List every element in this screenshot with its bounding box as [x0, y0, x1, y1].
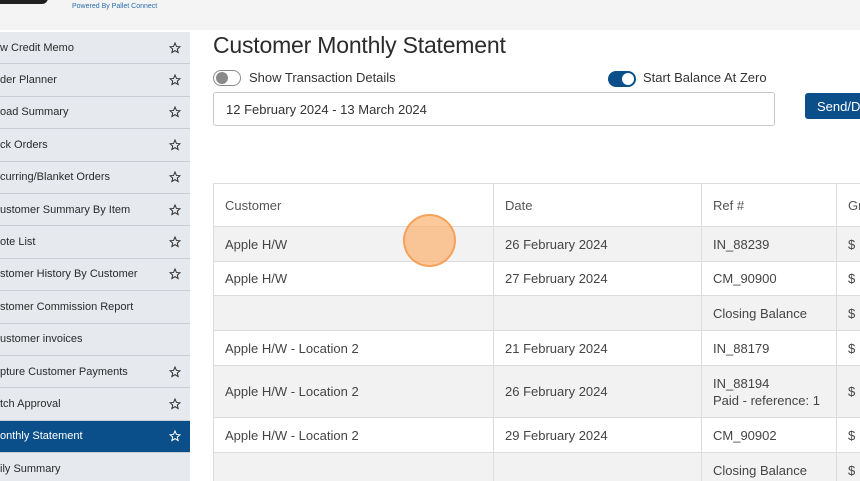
star-icon[interactable] — [168, 397, 182, 411]
send-button[interactable]: Send/D — [805, 93, 860, 119]
star-icon[interactable] — [168, 41, 182, 55]
table-row[interactable]: Apple H/W - Location 2 21 February 2024 … — [213, 331, 860, 366]
sidebar-item-label: stomer Commission Report — [0, 300, 134, 313]
sidebar-item-label: ustomer Summary By Item — [0, 203, 131, 216]
sidebar-item-label: der Planner — [0, 74, 57, 87]
table-row[interactable]: Apple H/W 26 February 2024 IN_88239 $ — [213, 227, 860, 262]
sidebar-item-daily-summary[interactable]: ily Summary — [0, 453, 190, 481]
star-icon[interactable] — [168, 429, 182, 443]
toggle-knob — [216, 72, 228, 84]
cell-date — [493, 296, 701, 330]
sidebar-item-order-planner[interactable]: der Planner — [0, 64, 190, 97]
cell-date — [493, 453, 701, 481]
date-range-value: 12 February 2024 - 13 March 2024 — [226, 101, 427, 117]
table-row[interactable]: Apple H/W 27 February 2024 CM_90900 $ — [213, 262, 860, 296]
sidebar-item-monthly-statement[interactable]: onthly Statement — [0, 420, 190, 454]
cell-date: 26 February 2024 — [493, 227, 701, 261]
sidebar-item-recurring-orders[interactable]: curring/Blanket Orders — [0, 161, 190, 194]
cell-ref: CM_90900 — [701, 262, 836, 295]
sidebar-item-label: ustomer invoices — [0, 333, 83, 346]
start-balance-at-zero-label: Start Balance At Zero — [643, 70, 767, 85]
cell-amount: $ — [836, 418, 860, 452]
cell-ref: IN_88179 — [701, 331, 836, 365]
toggle-knob — [622, 73, 634, 85]
cell-ref: Closing Balance — [701, 453, 836, 481]
page-title: Customer Monthly Statement — [213, 32, 506, 58]
star-icon[interactable] — [168, 267, 182, 281]
sidebar-item-label: pture Customer Payments — [0, 365, 128, 378]
sidebar-item-capture-payments[interactable]: pture Customer Payments — [0, 356, 190, 389]
cell-amount: $ — [836, 366, 860, 417]
star-icon[interactable] — [168, 365, 182, 379]
cell-ref: IN_88239 — [701, 227, 836, 261]
star-icon[interactable] — [168, 73, 182, 87]
cell-amount: $ — [836, 227, 860, 261]
sidebar-item-label: ote List — [0, 236, 36, 249]
sidebar-item-load-summary[interactable]: oad Summary — [0, 96, 190, 130]
star-icon[interactable] — [168, 105, 182, 119]
cell-customer: Apple H/W - Location 2 — [213, 331, 493, 365]
cell-customer — [213, 453, 493, 481]
star-icon[interactable] — [168, 170, 182, 184]
logo[interactable] — [0, 0, 48, 4]
cell-customer — [213, 296, 493, 330]
sidebar-item-back-orders[interactable]: ck Orders — [0, 129, 190, 162]
sidebar-item-commission-report[interactable]: stomer Commission Report — [0, 291, 190, 324]
sidebar-item-label: ck Orders — [0, 138, 48, 151]
sidebar-item-label: tch Approval — [0, 398, 61, 411]
sidebar-item-credit-memo[interactable]: w Credit Memo — [0, 32, 190, 65]
sidebar-item-customer-summary[interactable]: ustomer Summary By Item — [0, 194, 190, 227]
star-icon[interactable] — [168, 203, 182, 217]
start-balance-at-zero-toggle[interactable] — [608, 71, 636, 87]
column-header-ref[interactable]: Ref # — [701, 184, 836, 226]
cell-date: 29 February 2024 — [493, 418, 701, 452]
column-header-customer[interactable]: Customer — [213, 184, 493, 226]
column-header-date[interactable]: Date — [493, 184, 701, 226]
cell-customer: Apple H/W - Location 2 — [213, 418, 493, 452]
cell-date: 27 February 2024 — [493, 262, 701, 295]
table-row[interactable]: Closing Balance $ — [213, 453, 860, 481]
star-icon[interactable] — [168, 235, 182, 249]
cell-date: 21 February 2024 — [493, 331, 701, 365]
sidebar-item-quote-list[interactable]: ote List — [0, 226, 190, 259]
cursor-highlight — [403, 214, 456, 267]
show-transaction-details-label: Show Transaction Details — [249, 70, 396, 85]
sidebar-item-label: onthly Statement — [0, 430, 83, 443]
cell-amount: $ — [836, 262, 860, 295]
column-header-gross[interactable]: Gr — [836, 184, 860, 226]
star-icon[interactable] — [168, 138, 182, 152]
cell-customer: Apple H/W — [213, 262, 493, 295]
cell-ref: IN_88194 Paid - reference: 1 — [701, 366, 836, 417]
sidebar-item-customer-invoices[interactable]: ustomer invoices — [0, 323, 190, 356]
table-row[interactable]: Apple H/W - Location 2 26 February 2024 … — [213, 366, 860, 418]
payment-reference: Paid - reference: 1 — [713, 392, 820, 408]
sidebar-item-batch-approval[interactable]: tch Approval — [0, 388, 190, 421]
sidebar-item-label: stomer History By Customer — [0, 268, 138, 281]
table-row[interactable]: Closing Balance $ — [213, 296, 860, 331]
cell-ref: Closing Balance — [701, 296, 836, 330]
cell-amount: $ — [836, 331, 860, 365]
show-transaction-details-toggle[interactable] — [213, 70, 241, 86]
sidebar-item-label: w Credit Memo — [0, 41, 74, 54]
table-row[interactable]: Apple H/W - Location 2 29 February 2024 … — [213, 418, 860, 453]
cell-date: 26 February 2024 — [493, 366, 701, 417]
sidebar-item-label: ily Summary — [0, 462, 61, 475]
ref-number: IN_88194 — [713, 375, 770, 391]
sidebar: w Credit Memo der Planner oad Summary ck… — [0, 32, 190, 481]
date-range-input[interactable]: 12 February 2024 - 13 March 2024 — [213, 92, 775, 126]
cell-amount: $ — [836, 296, 860, 330]
statement-table: Customer Date Ref # Gr Apple H/W 26 Febr… — [213, 183, 860, 481]
cell-amount: $ — [836, 453, 860, 481]
table-header-row: Customer Date Ref # Gr — [213, 184, 860, 227]
sidebar-item-label: oad Summary — [0, 106, 69, 119]
cell-customer: Apple H/W - Location 2 — [213, 366, 493, 417]
powered-by-text: Powered By Pallet Connect — [72, 3, 158, 10]
top-bar: Powered By Pallet Connect — [0, 0, 860, 30]
sidebar-item-customer-history[interactable]: stomer History By Customer — [0, 258, 190, 292]
cell-ref: CM_90902 — [701, 418, 836, 452]
sidebar-item-label: curring/Blanket Orders — [0, 171, 111, 184]
